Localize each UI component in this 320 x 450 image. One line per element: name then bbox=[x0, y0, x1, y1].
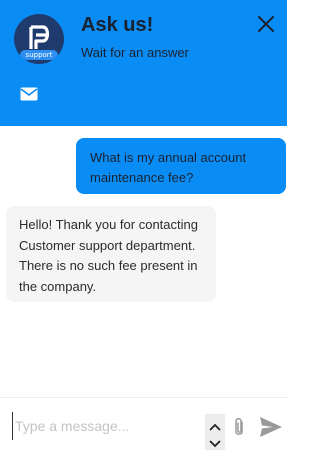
message-input[interactable] bbox=[12, 412, 200, 440]
chat-title: Ask us! bbox=[81, 14, 154, 36]
agent-message-bubble: Hello! Thank you for contacting Customer… bbox=[6, 206, 216, 302]
send-icon bbox=[260, 417, 282, 437]
mail-icon bbox=[20, 87, 38, 101]
close-icon bbox=[258, 16, 274, 32]
composer-divider bbox=[0, 397, 287, 398]
chat-subtitle: Wait for an answer bbox=[81, 45, 189, 60]
attach-button[interactable] bbox=[231, 416, 247, 438]
avatar-support-label: support bbox=[20, 50, 58, 60]
send-button[interactable] bbox=[259, 416, 283, 438]
stepper-up-button[interactable] bbox=[208, 419, 222, 431]
close-button[interactable] bbox=[256, 14, 276, 34]
chevron-up-icon bbox=[209, 423, 221, 431]
chevron-down-icon bbox=[209, 440, 221, 448]
input-resize-stepper bbox=[205, 414, 225, 450]
paperclip-icon bbox=[235, 418, 243, 435]
support-avatar: support bbox=[14, 14, 64, 64]
stepper-down-button[interactable] bbox=[208, 436, 222, 448]
mail-button[interactable] bbox=[20, 87, 38, 101]
user-message-bubble: What is my annual account maintenance fe… bbox=[76, 138, 286, 194]
chat-header: support Ask us! Wait for an answer bbox=[0, 0, 287, 126]
